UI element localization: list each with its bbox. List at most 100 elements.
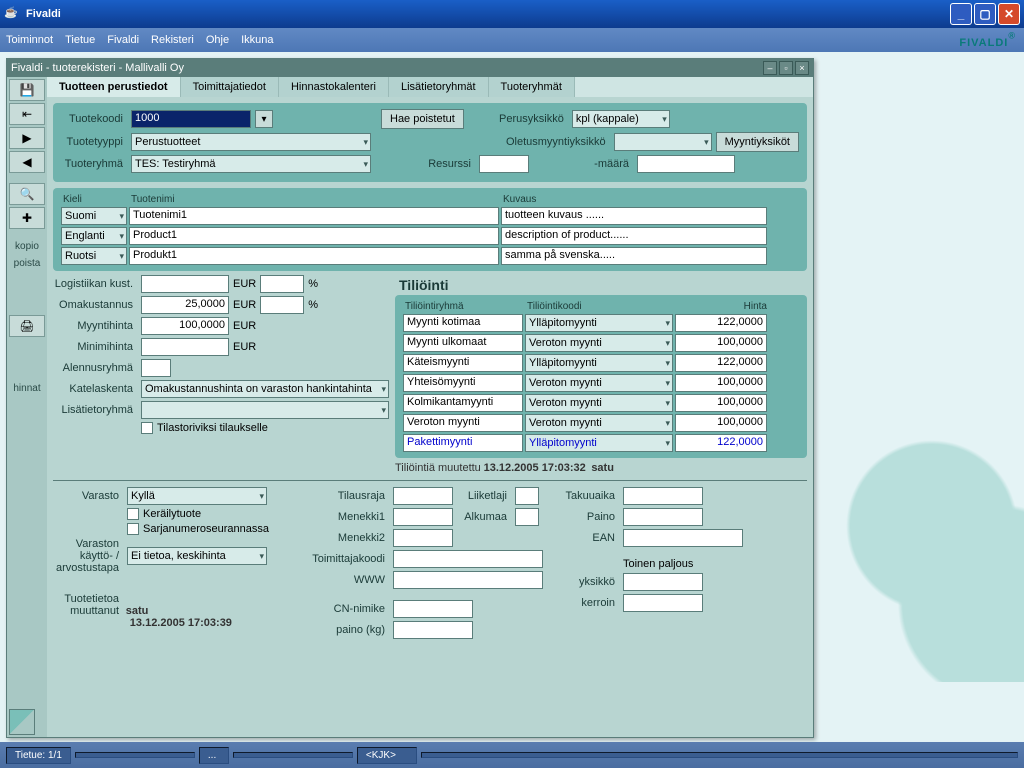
kerailytuote-checkbox[interactable]: Keräilytuote bbox=[127, 508, 201, 520]
tuoteryhma-select[interactable]: TES: Testiryhmä bbox=[131, 155, 371, 173]
tili-hinta-1[interactable]: 100,0000 bbox=[675, 334, 767, 352]
exit-icon[interactable]: ⇤ bbox=[9, 103, 45, 125]
menu-ikkuna[interactable]: Ikkuna bbox=[241, 34, 273, 46]
kerroin-input[interactable] bbox=[623, 594, 703, 612]
tili-koodi-6[interactable]: Ylläpitomyynti bbox=[525, 434, 673, 452]
tilausraja-input[interactable] bbox=[393, 487, 453, 505]
new-icon[interactable]: ✚ bbox=[9, 207, 45, 229]
menekki2-input[interactable] bbox=[393, 529, 453, 547]
myyntihinta-input[interactable]: 100,0000 bbox=[141, 317, 229, 335]
prev-icon[interactable]: ◀ bbox=[9, 151, 45, 173]
varasto-select[interactable]: Kyllä bbox=[127, 487, 267, 505]
tili-ryhma-0[interactable]: Myynti kotimaa bbox=[403, 314, 523, 332]
tili-ryhma-1[interactable]: Myynti ulkomaat bbox=[403, 334, 523, 352]
omakust-pct-input[interactable] bbox=[260, 296, 304, 314]
tili-hinta-6[interactable]: 122,0000 bbox=[675, 434, 767, 452]
tuotenimi-input-0[interactable]: Tuotenimi1 bbox=[129, 207, 499, 225]
maara-input[interactable] bbox=[637, 155, 735, 173]
status-cell-6 bbox=[421, 752, 1018, 758]
lisatietoryhma-select[interactable] bbox=[141, 401, 389, 419]
minimize-button[interactable]: _ bbox=[950, 3, 972, 25]
logkust-pct-input[interactable] bbox=[260, 275, 304, 293]
print-icon[interactable]: 🖨 bbox=[9, 315, 45, 337]
alennusryhma-input[interactable] bbox=[141, 359, 171, 377]
save-icon[interactable]: 💾 bbox=[9, 79, 45, 101]
tab-toimittajatiedot[interactable]: Toimittajatiedot bbox=[181, 77, 279, 97]
alkumaa-label: Alkumaa bbox=[457, 511, 511, 523]
tili-koodi-3[interactable]: Veroton myynti bbox=[525, 374, 673, 392]
tili-ryhma-6[interactable]: Pakettimyynti bbox=[403, 434, 523, 452]
cnnimike-input[interactable] bbox=[393, 600, 473, 618]
tili-koodi-5[interactable]: Veroton myynti bbox=[525, 414, 673, 432]
tuotenimi-input-2[interactable]: Produkt1 bbox=[129, 247, 499, 265]
omakust-input[interactable]: 25,0000 bbox=[141, 296, 229, 314]
www-input[interactable] bbox=[393, 571, 543, 589]
tili-hinta-4[interactable]: 100,0000 bbox=[675, 394, 767, 412]
tuotekoodi-input[interactable]: 1000 bbox=[131, 110, 251, 128]
window-titlebar: ☕ Fivaldi _ ▢ ✕ bbox=[0, 0, 1024, 28]
takuuaika-input[interactable] bbox=[623, 487, 703, 505]
menu-toiminnot[interactable]: Toiminnot bbox=[6, 34, 53, 46]
yksikko-input[interactable] bbox=[623, 573, 703, 591]
kuvaus-input-0[interactable]: tuotteen kuvaus ...... bbox=[501, 207, 767, 225]
tab-tuoteryhmat[interactable]: Tuoteryhmät bbox=[489, 77, 575, 97]
hinnat-button[interactable]: hinnat bbox=[9, 381, 45, 396]
katelaskenta-select[interactable]: Omakustannushinta on varaston hankintahi… bbox=[141, 380, 389, 398]
tili-hinta-5[interactable]: 100,0000 bbox=[675, 414, 767, 432]
kieli-select-2[interactable]: Ruotsi bbox=[61, 247, 127, 265]
tili-ryhma-2[interactable]: Käteismyynti bbox=[403, 354, 523, 372]
close-button[interactable]: ✕ bbox=[998, 3, 1020, 25]
painokg-input[interactable] bbox=[393, 621, 473, 639]
tili-koodi-0[interactable]: Ylläpitomyynti bbox=[525, 314, 673, 332]
tuotenimi-input-1[interactable]: Product1 bbox=[129, 227, 499, 245]
alkumaa-input[interactable] bbox=[515, 508, 539, 526]
tili-koodi-4[interactable]: Veroton myynti bbox=[525, 394, 673, 412]
menu-ohje[interactable]: Ohje bbox=[206, 34, 229, 46]
menekki1-input[interactable] bbox=[393, 508, 453, 526]
hae-poistetut-button[interactable]: Hae poistetut bbox=[381, 109, 464, 129]
resurssi-input[interactable] bbox=[479, 155, 529, 173]
paino-input[interactable] bbox=[623, 508, 703, 526]
myyntiyksikot-button[interactable]: Myyntiyksiköt bbox=[716, 132, 799, 152]
logkust-input[interactable] bbox=[141, 275, 229, 293]
kieli-select-1[interactable]: Englanti bbox=[61, 227, 127, 245]
tili-ryhma-4[interactable]: Kolmikantamyynti bbox=[403, 394, 523, 412]
perusyksikko-select[interactable]: kpl (kappale) bbox=[572, 110, 670, 128]
kopio-button[interactable]: kopio bbox=[9, 239, 45, 254]
inner-restore-button[interactable]: ▫ bbox=[779, 61, 793, 75]
tili-koodi-2[interactable]: Ylläpitomyynti bbox=[525, 354, 673, 372]
side-toolbar: 💾 ⇤ ▶ ◀ 🔍 ✚ kopio poista 🖨 hinnat bbox=[7, 77, 47, 737]
tab-hinnastokalenteri[interactable]: Hinnastokalenteri bbox=[279, 77, 389, 97]
tab-lisatietoryhmat[interactable]: Lisätietoryhmät bbox=[389, 77, 489, 97]
liiketlaji-input[interactable] bbox=[515, 487, 539, 505]
kuvaus-input-1[interactable]: description of product...... bbox=[501, 227, 767, 245]
inner-close-button[interactable]: × bbox=[795, 61, 809, 75]
minimihinta-input[interactable] bbox=[141, 338, 229, 356]
tili-hinta-3[interactable]: 100,0000 bbox=[675, 374, 767, 392]
tuotetyyppi-select[interactable]: Perustuotteet bbox=[131, 133, 371, 151]
menu-rekisteri[interactable]: Rekisteri bbox=[151, 34, 194, 46]
tili-ryhma-5[interactable]: Veroton myynti bbox=[403, 414, 523, 432]
myyntihinta-label: Myyntihinta bbox=[53, 320, 137, 332]
menu-tietue[interactable]: Tietue bbox=[65, 34, 95, 46]
tuotekoodi-lookup-icon[interactable]: ▾ bbox=[255, 110, 273, 128]
tili-ryhma-3[interactable]: Yhteisömyynti bbox=[403, 374, 523, 392]
tili-hinta-2[interactable]: 122,0000 bbox=[675, 354, 767, 372]
ean-input[interactable] bbox=[623, 529, 743, 547]
toimittajakoodi-input[interactable] bbox=[393, 550, 543, 568]
next-icon[interactable]: ▶ bbox=[9, 127, 45, 149]
vkaytto-select[interactable]: Ei tietoa, keskihinta bbox=[127, 547, 267, 565]
menu-fivaldi[interactable]: Fivaldi bbox=[107, 34, 139, 46]
search-icon[interactable]: 🔍 bbox=[9, 183, 45, 205]
poista-button[interactable]: poista bbox=[9, 256, 45, 271]
sarjanumero-checkbox[interactable]: Sarjanumeroseurannassa bbox=[127, 523, 269, 535]
tili-hinta-0[interactable]: 122,0000 bbox=[675, 314, 767, 332]
tab-perustiedot[interactable]: Tuotteen perustiedot bbox=[47, 77, 181, 97]
kuvaus-input-2[interactable]: samma på svenska..... bbox=[501, 247, 767, 265]
kieli-select-0[interactable]: Suomi bbox=[61, 207, 127, 225]
maximize-button[interactable]: ▢ bbox=[974, 3, 996, 25]
tili-koodi-1[interactable]: Veroton myynti bbox=[525, 334, 673, 352]
oletusmyyntiyksikko-select[interactable] bbox=[614, 133, 712, 151]
tilastoriviksi-checkbox[interactable]: Tilastoriviksi tilaukselle bbox=[141, 422, 268, 434]
inner-minimize-button[interactable]: – bbox=[763, 61, 777, 75]
